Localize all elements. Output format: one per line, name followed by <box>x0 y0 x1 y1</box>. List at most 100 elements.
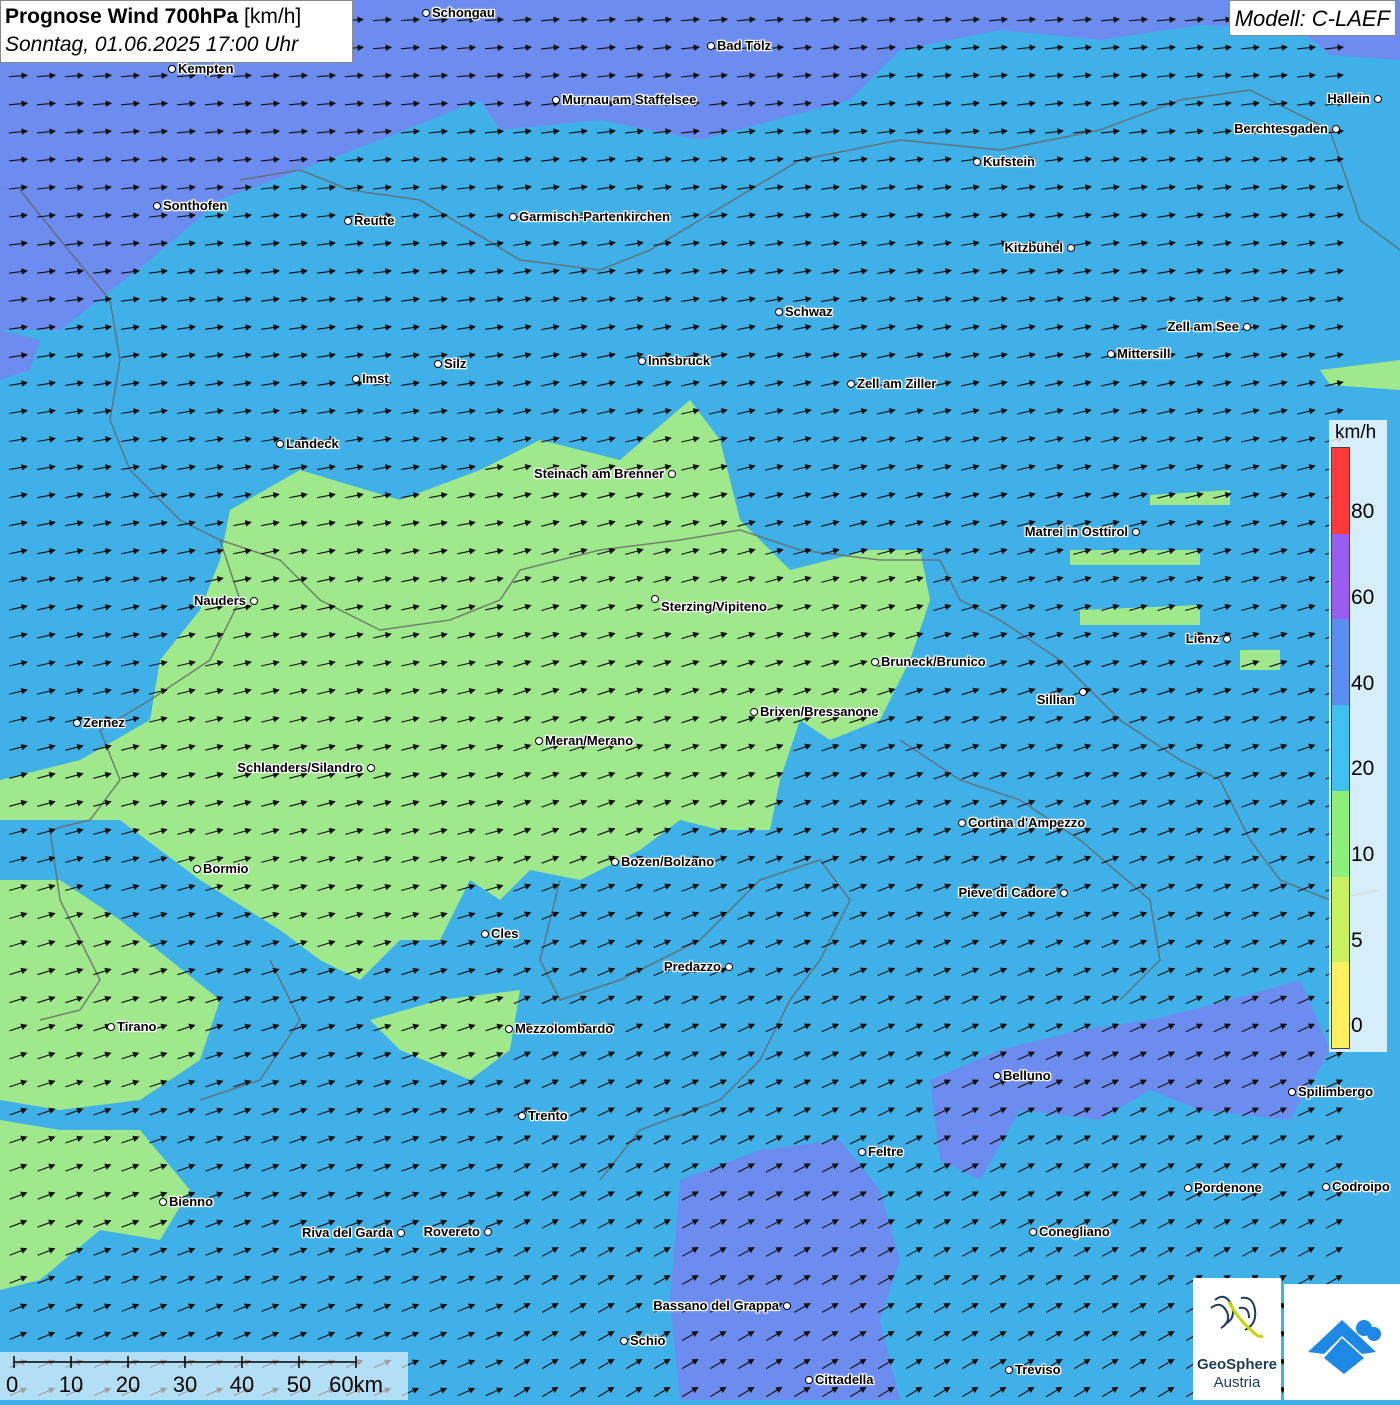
city-marker <box>638 357 646 365</box>
city-marker <box>481 930 489 938</box>
city-label: Bassano del Grappa <box>653 1298 779 1313</box>
city-label: Bienno <box>169 1194 214 1209</box>
city-label: Trento <box>528 1108 568 1123</box>
city-marker <box>1029 1228 1037 1236</box>
geosphere-logo: GeoSphere Austria <box>1193 1278 1281 1400</box>
city-label: Matrei in Osttirol <box>1024 524 1128 539</box>
city-marker <box>1374 95 1382 103</box>
legend-swatch <box>1332 619 1349 706</box>
scale-label: 10 <box>58 1372 84 1397</box>
city-label: Bruneck/Brunico <box>881 654 986 669</box>
city-marker <box>858 1148 866 1156</box>
city-marker <box>958 819 966 827</box>
city-label: Imst <box>362 371 389 386</box>
scale-label: 30 <box>172 1372 198 1397</box>
city-label: Conegliano <box>1039 1224 1110 1239</box>
legend-swatch <box>1332 790 1349 877</box>
city-marker <box>775 308 783 316</box>
legend-tick-label: 60 <box>1351 585 1375 609</box>
legend-unit: km/h <box>1335 422 1377 443</box>
city-marker <box>1079 688 1087 696</box>
city-marker <box>107 1023 115 1031</box>
wind-zone-east-1 <box>1070 550 1200 565</box>
city-marker <box>535 737 543 745</box>
city-label: Schongau <box>432 5 495 20</box>
city-marker <box>707 42 715 50</box>
legend-tick-label: 80 <box>1351 500 1375 524</box>
city-label: Steinach am Brenner <box>533 466 664 481</box>
city-marker <box>1322 1183 1330 1191</box>
color-legend: km/h 80 60 40 20 10 5 0 <box>1329 420 1387 1052</box>
city-label: Reutte <box>354 213 395 228</box>
city-label: Treviso <box>1015 1362 1061 1377</box>
city-label: Bad Tölz <box>717 38 772 53</box>
city-marker <box>434 360 442 368</box>
city-marker <box>1107 350 1115 358</box>
city-label: Murnau am Staffelsee <box>562 92 697 107</box>
city-marker <box>668 470 676 478</box>
city-marker <box>1060 889 1068 897</box>
city-marker <box>725 963 733 971</box>
logo-text-austria: Austria <box>1213 1374 1261 1391</box>
city-marker <box>973 158 981 166</box>
city-marker <box>871 658 879 666</box>
map-title: Prognose Wind 700hPa [km/h] <box>5 3 348 31</box>
city-label: Sterzing/Vipiteno <box>661 599 767 614</box>
city-marker <box>847 380 855 388</box>
legend-swatch <box>1332 448 1349 534</box>
city-marker <box>552 96 560 104</box>
legend-swatch <box>1332 533 1349 620</box>
forecast-datetime: Sonntag, 01.06.2025 17:00 Uhr <box>5 33 299 56</box>
city-marker <box>518 1112 526 1120</box>
city-marker <box>651 595 659 603</box>
city-label: Schio <box>630 1333 666 1348</box>
city-marker <box>73 719 81 727</box>
city-label: Berchtesgaden <box>1234 121 1328 136</box>
legend-tick-label: 10 <box>1351 843 1375 866</box>
city-marker <box>367 764 375 772</box>
city-label: Sonthofen <box>163 198 228 213</box>
city-marker <box>168 65 176 73</box>
city-label: Tirano <box>117 1019 157 1034</box>
model-label: Modell: C-LAEF <box>1228 0 1396 36</box>
city-marker <box>1067 244 1075 252</box>
city-label: Zell am See <box>1167 319 1239 334</box>
city-marker <box>1132 528 1140 536</box>
city-label: Predazzo <box>663 959 721 974</box>
city-marker <box>620 1337 628 1345</box>
legend-tick-label: 20 <box>1351 757 1375 781</box>
city-label: Garmisch-Partenkirchen <box>519 209 671 224</box>
city-label: Bormio <box>203 861 249 876</box>
title-main: Prognose Wind 700hPa <box>5 5 239 28</box>
city-marker <box>1243 323 1251 331</box>
city-label: Rovereto <box>423 1224 480 1239</box>
scale-label: 0 <box>6 1372 19 1397</box>
city-label: Zernez <box>83 715 125 730</box>
city-marker <box>993 1072 1001 1080</box>
city-label: Brixen/Bressanone <box>760 704 879 719</box>
legend-tick-label: 0 <box>1351 1014 1363 1038</box>
title-box: Prognose Wind 700hPa [km/h] Sonntag, 01.… <box>0 0 353 63</box>
city-label: Bozen/Bolzano <box>621 854 715 869</box>
city-label: Lienz <box>1185 631 1219 646</box>
city-marker <box>484 1228 492 1236</box>
city-label: Silz <box>444 356 467 371</box>
scale-label: 20 <box>115 1372 141 1397</box>
city-marker <box>509 213 517 221</box>
city-label: Cles <box>491 926 519 941</box>
city-marker <box>1184 1184 1192 1192</box>
legend-colorbar <box>1331 447 1350 1049</box>
city-marker <box>505 1025 513 1033</box>
city-label: Mittersill <box>1117 346 1171 361</box>
city-marker <box>276 440 284 448</box>
city-marker <box>783 1302 791 1310</box>
scale-label: 60km <box>329 1372 383 1397</box>
city-marker <box>1005 1366 1013 1374</box>
city-marker <box>153 202 161 210</box>
city-label: Cortina d'Ampezzo <box>968 815 1086 830</box>
city-marker <box>750 708 758 716</box>
legend-swatch <box>1332 705 1349 791</box>
legend-swatch <box>1332 876 1349 963</box>
legend-swatch <box>1332 962 1349 1048</box>
city-label: Schwaz <box>785 304 833 319</box>
